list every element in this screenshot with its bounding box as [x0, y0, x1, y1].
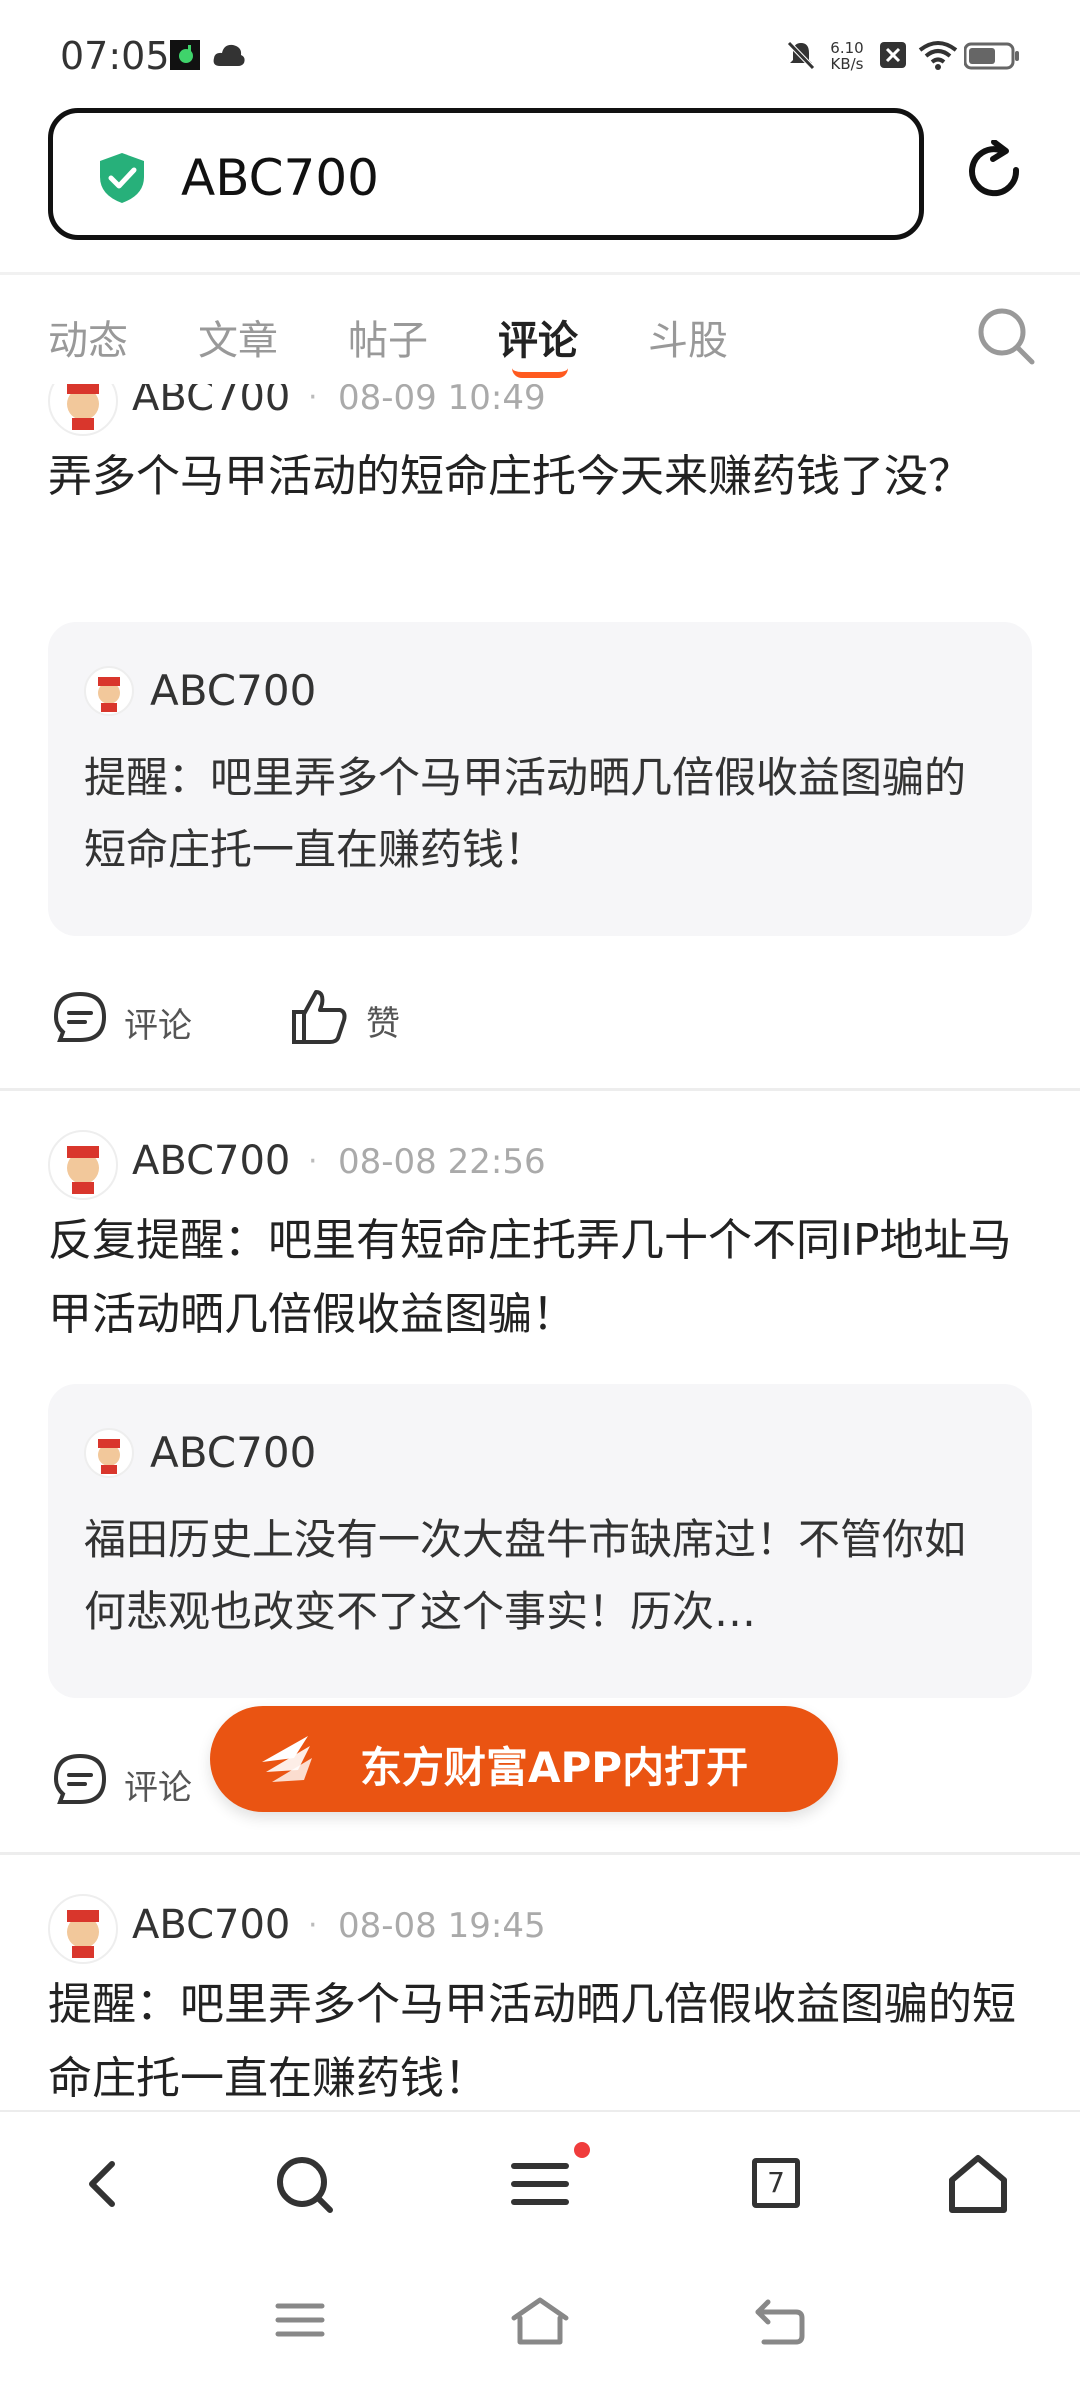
tab-bar: 动态 文章 帖子 评论 斗股 — [0, 288, 1080, 384]
status-bar: 07:05 6.10 KB/s — [0, 0, 1080, 100]
comment-text[interactable]: 弄多个马甲活动的短命庄托今天来赚药钱了没？ — [48, 440, 1028, 514]
close-box-icon — [880, 40, 906, 74]
page: 07:05 6.10 KB/s ABC700 动态 文章 帖子 评论 斗股 AB… — [0, 0, 1080, 2388]
system-home-icon[interactable] — [510, 2296, 570, 2352]
url-text: ABC700 — [181, 149, 379, 207]
avatar[interactable] — [48, 1130, 118, 1200]
browser-toolbar: 7 — [0, 2110, 1080, 2262]
shield-check-icon — [97, 151, 147, 209]
address-bar[interactable]: ABC700 — [48, 108, 924, 240]
comment-text[interactable]: 提醒：吧里弄多个马甲活动晒几倍假收益图骗的短命庄托一直在赚药钱！ — [48, 1968, 1028, 2110]
open-in-app-button[interactable]: 东方财富APP内打开 — [210, 1706, 838, 1812]
back-icon[interactable] — [76, 2152, 126, 2220]
separator-dot: · — [308, 1144, 318, 1179]
tab-dougu[interactable]: 斗股 — [648, 308, 728, 366]
mute-icon — [786, 40, 816, 74]
avatar[interactable] — [48, 1894, 118, 1964]
comment-icon — [53, 1753, 107, 1804]
tab-dongtai[interactable]: 动态 — [48, 308, 128, 366]
comment-button[interactable]: 评论 — [52, 1752, 192, 1812]
separator-dot: · — [308, 1908, 318, 1943]
active-tab-indicator — [512, 368, 568, 378]
like-button[interactable]: 赞 — [290, 988, 400, 1050]
comment-label: 评论 — [124, 1768, 192, 1808]
separator-dot: · — [308, 384, 318, 415]
tab-wenzhang[interactable]: 文章 — [198, 308, 278, 366]
comment-button[interactable]: 评论 — [52, 990, 192, 1050]
home-icon[interactable] — [946, 2152, 1010, 2220]
tab-pinglun[interactable]: 评论 — [498, 308, 578, 366]
battery-icon — [963, 40, 1020, 74]
comment-item: ABC700 · 08-09 10:49 弄多个马甲活动的短命庄托今天来赚药钱了… — [0, 384, 1080, 1110]
open-in-app-label: 东方财富APP内打开 — [360, 1743, 749, 1792]
post-time: 08-09 10:49 — [338, 384, 546, 418]
eastmoney-logo-icon — [258, 1732, 318, 1790]
quoted-post[interactable]: ABC700 提醒：吧里弄多个马甲活动晒几倍假收益图骗的短命庄托一直在赚药钱！ — [48, 622, 1032, 936]
cloud-icon — [212, 40, 246, 74]
divider — [0, 1088, 1080, 1091]
author-name[interactable]: ABC700 — [132, 1138, 290, 1184]
like-label: 赞 — [366, 1004, 400, 1044]
author-name[interactable]: ABC700 — [132, 384, 290, 420]
divider — [0, 272, 1080, 275]
comment-text[interactable]: 反复提醒：吧里有短命庄托弄几十个不同IP地址马甲活动晒几倍假收益图骗！ — [48, 1204, 1028, 1352]
search-icon[interactable] — [976, 306, 1036, 370]
author-name[interactable]: ABC700 — [132, 1902, 290, 1948]
notification-dot — [574, 2142, 590, 2158]
tabs-icon[interactable]: 7 — [752, 2158, 800, 2208]
system-back-icon[interactable] — [752, 2296, 808, 2352]
quoted-text: 福田历史上没有一次大盘牛市缺席过！不管你如何悲观也改变不了这个事实！历次… — [84, 1515, 967, 1636]
avatar — [84, 666, 134, 716]
net-speed-value: 6.10 — [830, 39, 864, 57]
quoted-text: 提醒：吧里弄多个马甲活动晒几倍假收益图骗的短命庄托一直在赚药钱！ — [84, 753, 967, 874]
search-icon[interactable] — [272, 2152, 336, 2220]
status-time: 07:05 — [60, 34, 170, 78]
post-time: 08-08 22:56 — [338, 1142, 546, 1182]
avatar[interactable] — [48, 384, 118, 436]
menu-icon[interactable] — [508, 2152, 572, 2220]
comment-icon — [53, 991, 107, 1042]
comment-label: 评论 — [124, 1006, 192, 1046]
wifi-icon — [918, 40, 958, 74]
net-speed: 6.10 KB/s — [826, 40, 868, 72]
comment-item: ABC700 · 08-08 19:45 提醒：吧里弄多个马甲活动晒几倍假收益图… — [0, 1868, 1080, 2110]
app-icon — [170, 40, 200, 74]
tab-tiezi[interactable]: 帖子 — [348, 308, 428, 366]
net-speed-unit: KB/s — [830, 55, 864, 73]
divider — [0, 1852, 1080, 1855]
quoted-author: ABC700 — [150, 1428, 317, 1477]
quoted-author: ABC700 — [150, 666, 317, 715]
thumbs-up-icon — [292, 990, 347, 1044]
refresh-icon[interactable] — [962, 139, 1026, 208]
post-time: 08-08 19:45 — [338, 1906, 546, 1946]
system-navigation — [0, 2262, 1080, 2388]
avatar — [84, 1428, 134, 1478]
quoted-post[interactable]: ABC700 福田历史上没有一次大盘牛市缺席过！不管你如何悲观也改变不了这个事实… — [48, 1384, 1032, 1698]
recent-apps-icon[interactable] — [274, 2296, 326, 2348]
comment-feed[interactable]: ABC700 · 08-09 10:49 弄多个马甲活动的短命庄托今天来赚药钱了… — [0, 384, 1080, 2110]
